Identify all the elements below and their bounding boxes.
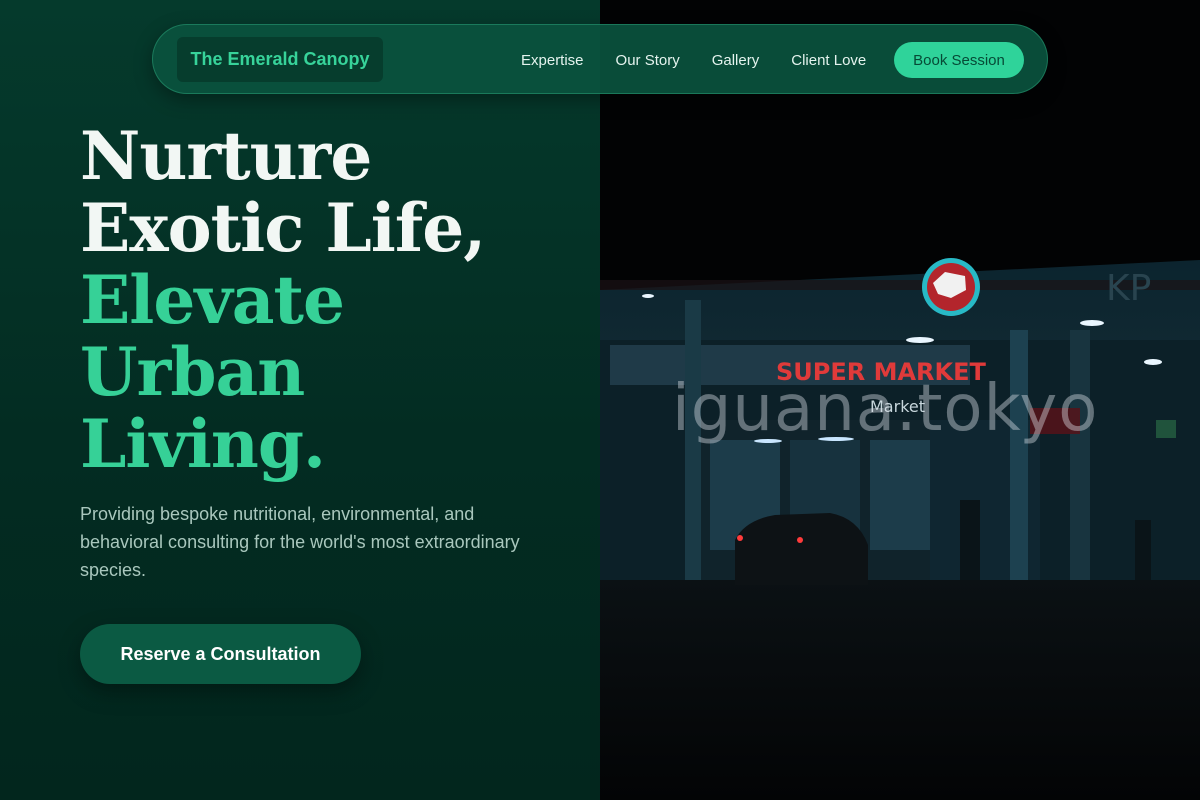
hero-title-line: Exotic Life, (80, 189, 486, 267)
hero-subtitle: Providing bespoke nutritional, environme… (80, 504, 520, 580)
reserve-consultation-button[interactable]: Reserve a Consultation (80, 624, 361, 684)
hero-title-line: Nurture (80, 117, 372, 195)
watermark-text: iguana.tokyo (672, 372, 1099, 446)
nav-link-client-love[interactable]: Client Love (791, 52, 866, 69)
book-session-button[interactable]: Book Session (894, 42, 1024, 78)
nav-link-our-story[interactable]: Our Story (616, 52, 680, 69)
hero-photo: SUPER MARKET Market KP iguana.tokyo (600, 0, 1200, 800)
brand-logo[interactable]: The Emerald Canopy (177, 37, 383, 82)
nav-link-expertise[interactable]: Expertise (521, 52, 584, 69)
nav-links: Expertise Our Story Gallery Client Love (521, 25, 866, 95)
kp-sign: KP (1106, 268, 1151, 309)
hero-title-line-accent: Living. (80, 405, 326, 483)
landing-page: SUPER MARKET Market KP iguana.tokyo The … (0, 0, 1200, 800)
hero-title-line-accent: Elevate (80, 261, 345, 339)
top-navbar: The Emerald Canopy Expertise Our Story G… (152, 24, 1048, 94)
hero-title-line-accent: Urban (80, 333, 305, 411)
nav-link-gallery[interactable]: Gallery (712, 52, 760, 69)
hero-title: Nurture Exotic Life, Elevate Urban Livin… (80, 120, 580, 480)
